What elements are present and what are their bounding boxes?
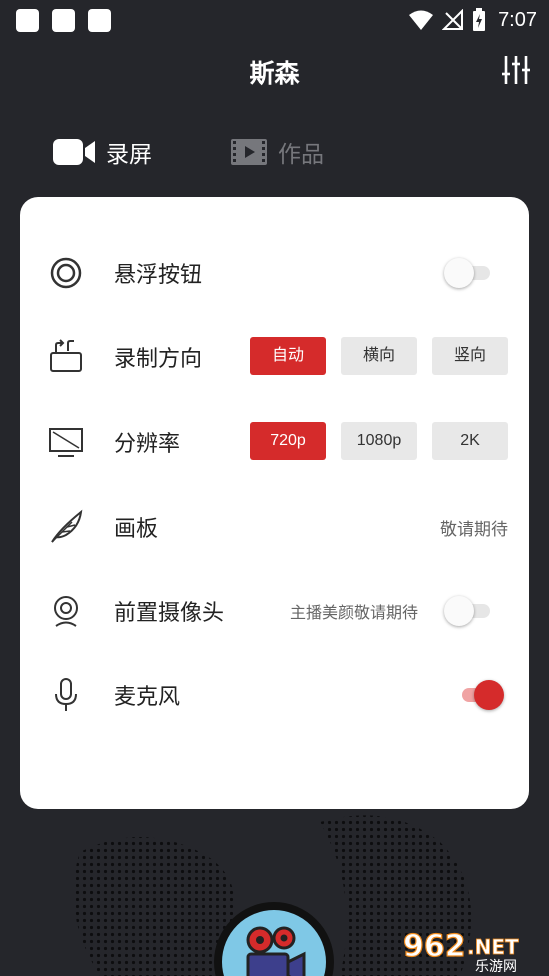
svg-text:962: 962	[403, 929, 466, 964]
toggle-thumb	[474, 680, 504, 710]
movie-camera-icon	[246, 926, 306, 976]
video-camera-icon	[53, 139, 95, 165]
tab-label: 录屏	[106, 142, 152, 168]
monitor-icon	[49, 428, 83, 457]
webcam-icon	[54, 596, 78, 627]
setting-label: 画板	[114, 517, 159, 542]
front-camera-toggle[interactable]	[444, 595, 494, 627]
equalizer-sliders-icon	[502, 56, 530, 84]
no-signal-icon	[442, 9, 464, 30]
radio-circle-icon	[50, 257, 82, 289]
setting-resolution: 分辨率 720p 1080p 2K	[20, 412, 529, 472]
film-strip-icon	[231, 139, 267, 165]
notification-icon	[88, 9, 111, 32]
battery-charging-icon	[473, 8, 486, 31]
settings-button[interactable]	[501, 54, 531, 86]
setting-label: 分辨率	[114, 432, 181, 457]
setting-label: 前置摄像头	[114, 601, 225, 626]
coming-soon-note: 敬请期待	[440, 520, 508, 540]
record-button-face	[222, 910, 326, 976]
tab-label: 作品	[278, 142, 324, 168]
setting-label: 录制方向	[114, 347, 203, 372]
setting-label: 悬浮按钮	[114, 263, 203, 288]
rotate-screen-icon	[50, 339, 82, 372]
feather-icon	[51, 509, 83, 543]
resolution-720p-button[interactable]: 720p	[250, 422, 326, 460]
svg-text:乐游网: 乐游网	[475, 959, 517, 972]
notification-icon	[16, 9, 39, 32]
orientation-auto-button[interactable]: 自动	[250, 337, 326, 375]
settings-card: 悬浮按钮 录制方向 自动 横向 竖向 分辨率 720p 1080p 2K 画板 …	[20, 197, 529, 809]
toggle-thumb	[444, 596, 474, 626]
setting-floating-button: 悬浮按钮	[20, 243, 529, 303]
resolution-1080p-button[interactable]: 1080p	[341, 422, 417, 460]
resolution-2k-button[interactable]: 2K	[432, 422, 508, 460]
setting-canvas[interactable]: 画板 敬请期待	[20, 497, 529, 557]
orientation-landscape-button[interactable]: 横向	[341, 337, 417, 375]
tab-works[interactable]: 作品	[230, 134, 324, 170]
notification-icon	[52, 9, 75, 32]
setting-microphone: 麦克风	[20, 665, 529, 725]
page-title: 斯森	[249, 59, 300, 88]
status-bar: 7:07	[0, 0, 549, 40]
clock: 7:07	[498, 8, 537, 31]
setting-front-camera: 前置摄像头 主播美颜敬请期待	[20, 581, 529, 641]
status-icons: 7:07	[408, 6, 537, 34]
wifi-icon	[409, 10, 434, 30]
microphone-toggle[interactable]	[456, 679, 506, 711]
toggle-thumb	[444, 258, 474, 288]
setting-orientation: 录制方向 自动 横向 竖向	[20, 327, 529, 387]
beauty-coming-soon-note: 主播美颜敬请期待	[290, 603, 419, 622]
floating-button-toggle[interactable]	[444, 257, 494, 289]
microphone-icon	[55, 678, 77, 711]
svg-text:.NET: .NET	[467, 935, 519, 959]
setting-label: 麦克风	[114, 685, 181, 710]
tab-record[interactable]: 录屏	[52, 134, 152, 170]
site-watermark-logo: 962 .NET 乐游网	[402, 928, 543, 975]
orientation-portrait-button[interactable]: 竖向	[432, 337, 508, 375]
